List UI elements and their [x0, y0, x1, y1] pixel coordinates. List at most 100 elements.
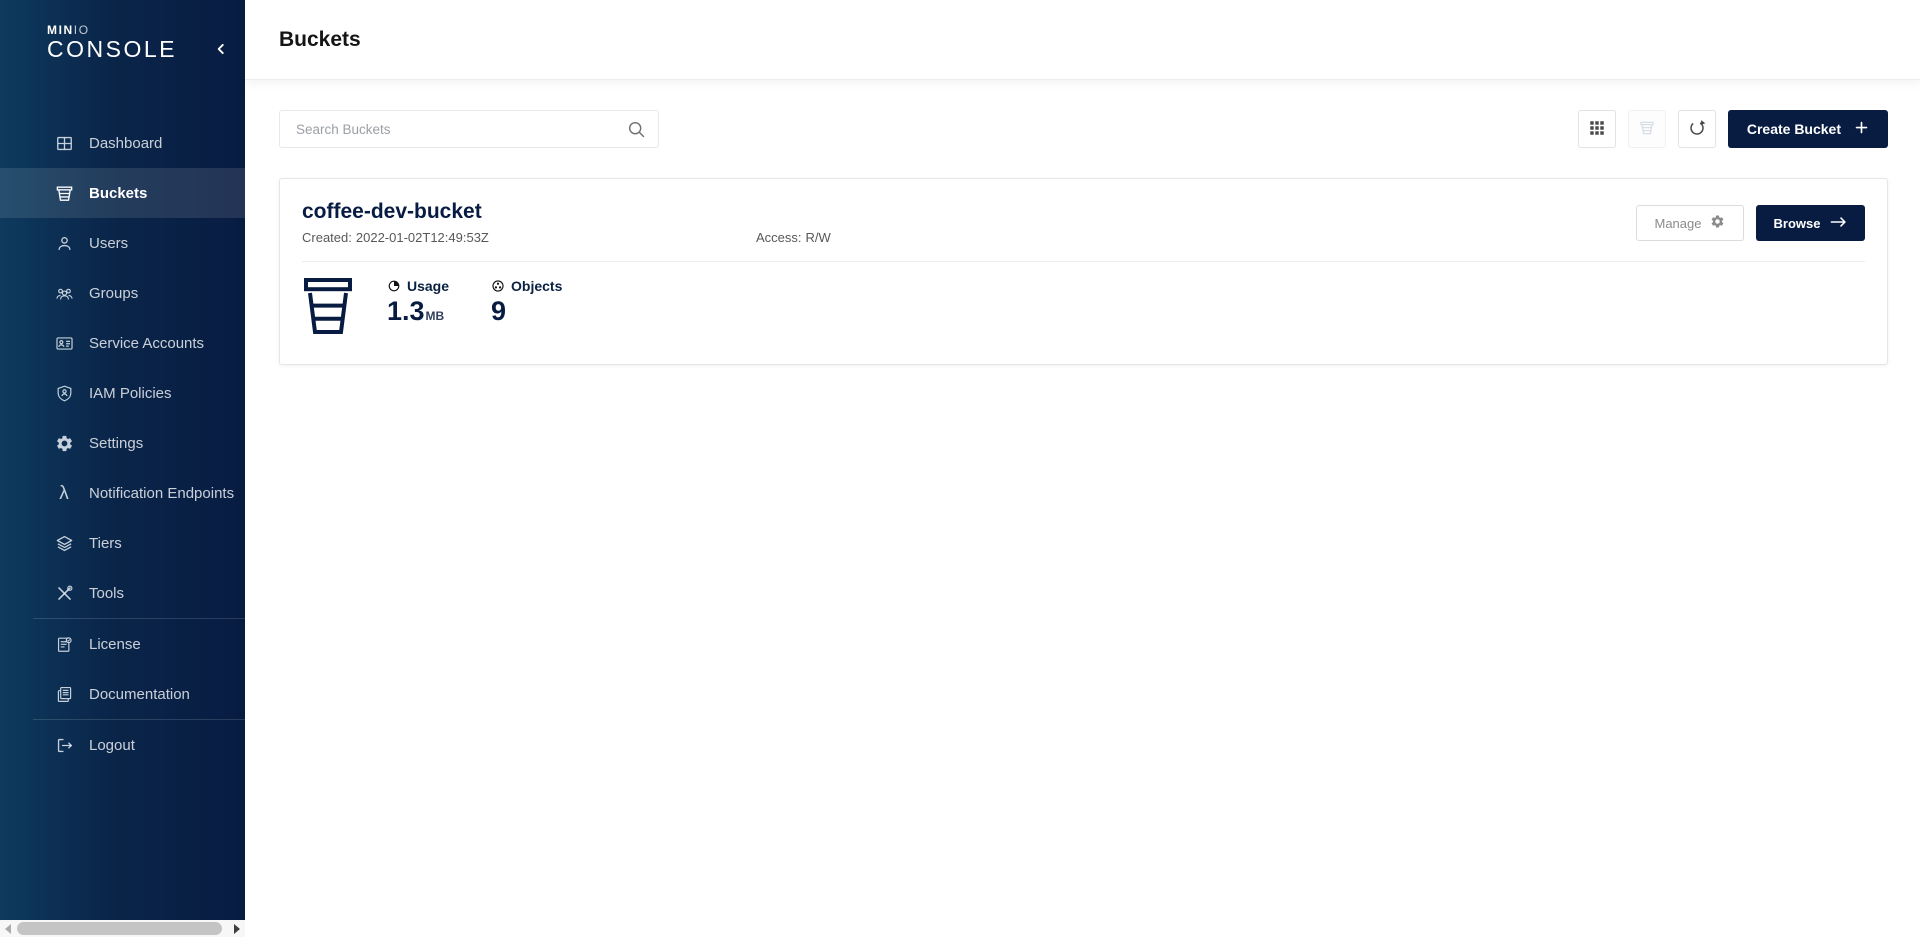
sidebar-item-groups[interactable]: Groups	[0, 268, 245, 318]
pie-chart-icon	[387, 279, 401, 293]
sidebar-item-label: Tiers	[89, 535, 122, 552]
dashboard-icon	[54, 133, 74, 153]
brand-name: MINIO	[47, 24, 245, 36]
sidebar-item-tools[interactable]: Tools	[0, 568, 245, 618]
sidebar-item-label: Tools	[89, 585, 124, 602]
sidebar-item-label: Notification Endpoints	[89, 485, 234, 502]
created-label: Created:	[302, 230, 352, 245]
sidebar-item-documentation[interactable]: Documentation	[0, 669, 245, 719]
main-area: Buckets	[245, 0, 1920, 937]
objects-value: 9	[491, 296, 562, 326]
sidebar-item-tiers[interactable]: Tiers	[0, 518, 245, 568]
page-title: Buckets	[279, 28, 361, 52]
sidebar-item-users[interactable]: Users	[0, 218, 245, 268]
sidebar-item-label: Dashboard	[89, 135, 162, 152]
usage-metric: Usage 1.3MB	[387, 275, 449, 342]
search-box	[279, 110, 659, 148]
scrollbar-thumb[interactable]	[17, 922, 222, 935]
chevron-left-icon	[214, 42, 228, 59]
layers-icon	[54, 533, 74, 553]
usage-value: 1.3MB	[387, 296, 449, 331]
sidebar-item-label: Buckets	[89, 185, 147, 202]
sidebar-nav: Dashboard Buckets Users Groups	[0, 118, 245, 770]
brand-name-bold: MIN	[47, 23, 74, 37]
bucket-meta: Created: 2022-01-02T12:49:53Z Access: R/…	[302, 230, 831, 245]
objects-metric-label-row: Objects	[491, 278, 562, 294]
create-bucket-button[interactable]: Create Bucket	[1728, 110, 1888, 148]
sidebar-item-settings[interactable]: Settings	[0, 418, 245, 468]
user-icon	[54, 233, 74, 253]
content: Create Bucket coffee-dev-bucket Created:	[245, 80, 1920, 365]
usage-unit: MB	[426, 309, 445, 323]
grid-view-icon	[1588, 119, 1606, 140]
sidebar-collapse-button[interactable]	[209, 38, 233, 62]
sidebar-item-label: Logout	[89, 737, 135, 754]
search-icon	[626, 119, 647, 145]
sidebar-item-service-accounts[interactable]: Service Accounts	[0, 318, 245, 368]
refresh-button[interactable]	[1678, 110, 1716, 148]
manage-label: Manage	[1655, 216, 1702, 231]
bucket-name[interactable]: coffee-dev-bucket	[302, 199, 831, 225]
logout-icon	[54, 735, 74, 755]
bucket-list-view-icon	[1638, 119, 1656, 140]
minio-console-app: MINIO CONSOLE Dashboard Buckets	[0, 0, 1920, 937]
access-label: Access:	[756, 230, 802, 245]
tools-icon	[54, 583, 74, 603]
sidebar-item-label: Documentation	[89, 686, 190, 703]
objects-label: Objects	[511, 278, 562, 294]
sidebar-item-logout[interactable]: Logout	[0, 720, 245, 770]
bucket-access: Access: R/W	[756, 230, 831, 245]
usage-number: 1.3	[387, 296, 425, 326]
bucket-info: coffee-dev-bucket Created: 2022-01-02T12…	[302, 199, 831, 245]
toolbar-actions: Create Bucket	[1578, 110, 1888, 148]
list-view-button[interactable]	[1628, 110, 1666, 148]
plus-icon	[1854, 120, 1869, 138]
sidebar-item-label: Service Accounts	[89, 335, 204, 352]
metrics: Usage 1.3MB Objects 9	[387, 275, 562, 342]
license-icon	[54, 634, 74, 654]
bucket-card-buttons: Manage Browse	[1636, 205, 1865, 245]
usage-metric-label-row: Usage	[387, 278, 449, 294]
search-input[interactable]	[280, 111, 658, 147]
bucket-icon	[54, 183, 74, 203]
toolbar: Create Bucket	[279, 110, 1888, 148]
access-value: R/W	[806, 230, 831, 245]
sidebar-item-iam-policies[interactable]: IAM Policies	[0, 368, 245, 418]
bucket-card-header: coffee-dev-bucket Created: 2022-01-02T12…	[302, 199, 1865, 245]
create-bucket-label: Create Bucket	[1747, 121, 1841, 137]
lambda-icon: λ	[54, 483, 74, 503]
arrow-right-icon	[1830, 215, 1847, 232]
sidebar-horizontal-scrollbar[interactable]	[0, 920, 245, 937]
bucket-card: coffee-dev-bucket Created: 2022-01-02T12…	[279, 178, 1888, 365]
brand-name-light: IO	[74, 23, 90, 37]
sidebar-item-label: Groups	[89, 285, 138, 302]
objects-metric: Objects 9	[491, 275, 562, 342]
bucket-metrics-row: Usage 1.3MB Objects 9	[302, 262, 1865, 342]
refresh-icon	[1687, 118, 1707, 141]
created-value: 2022-01-02T12:49:53Z	[356, 230, 489, 245]
sidebar-item-buckets[interactable]: Buckets	[0, 168, 245, 218]
sidebar-item-label: License	[89, 636, 141, 653]
sidebar: MINIO CONSOLE Dashboard Buckets	[0, 0, 245, 920]
sidebar-item-label: Settings	[89, 435, 143, 452]
objects-icon	[491, 279, 505, 293]
sidebar-item-license[interactable]: License	[0, 619, 245, 669]
id-card-icon	[54, 333, 74, 353]
book-icon	[54, 684, 74, 704]
sidebar-item-label: Users	[89, 235, 128, 252]
usage-label: Usage	[407, 278, 449, 294]
triangle-left-icon	[5, 924, 11, 934]
sidebar-item-label: IAM Policies	[89, 385, 172, 402]
grid-view-button[interactable]	[1578, 110, 1616, 148]
triangle-right-icon	[234, 924, 240, 934]
browse-button[interactable]: Browse	[1756, 205, 1865, 241]
scrollbar-right-arrow[interactable]	[229, 920, 245, 937]
groups-icon	[54, 283, 74, 303]
shield-person-icon	[54, 383, 74, 403]
sidebar-item-notification-endpoints[interactable]: λ Notification Endpoints	[0, 468, 245, 518]
manage-button[interactable]: Manage	[1636, 205, 1744, 241]
gear-icon	[1710, 214, 1725, 232]
page-header: Buckets	[245, 0, 1920, 80]
sidebar-item-dashboard[interactable]: Dashboard	[0, 118, 245, 168]
scrollbar-left-arrow[interactable]	[0, 920, 16, 937]
